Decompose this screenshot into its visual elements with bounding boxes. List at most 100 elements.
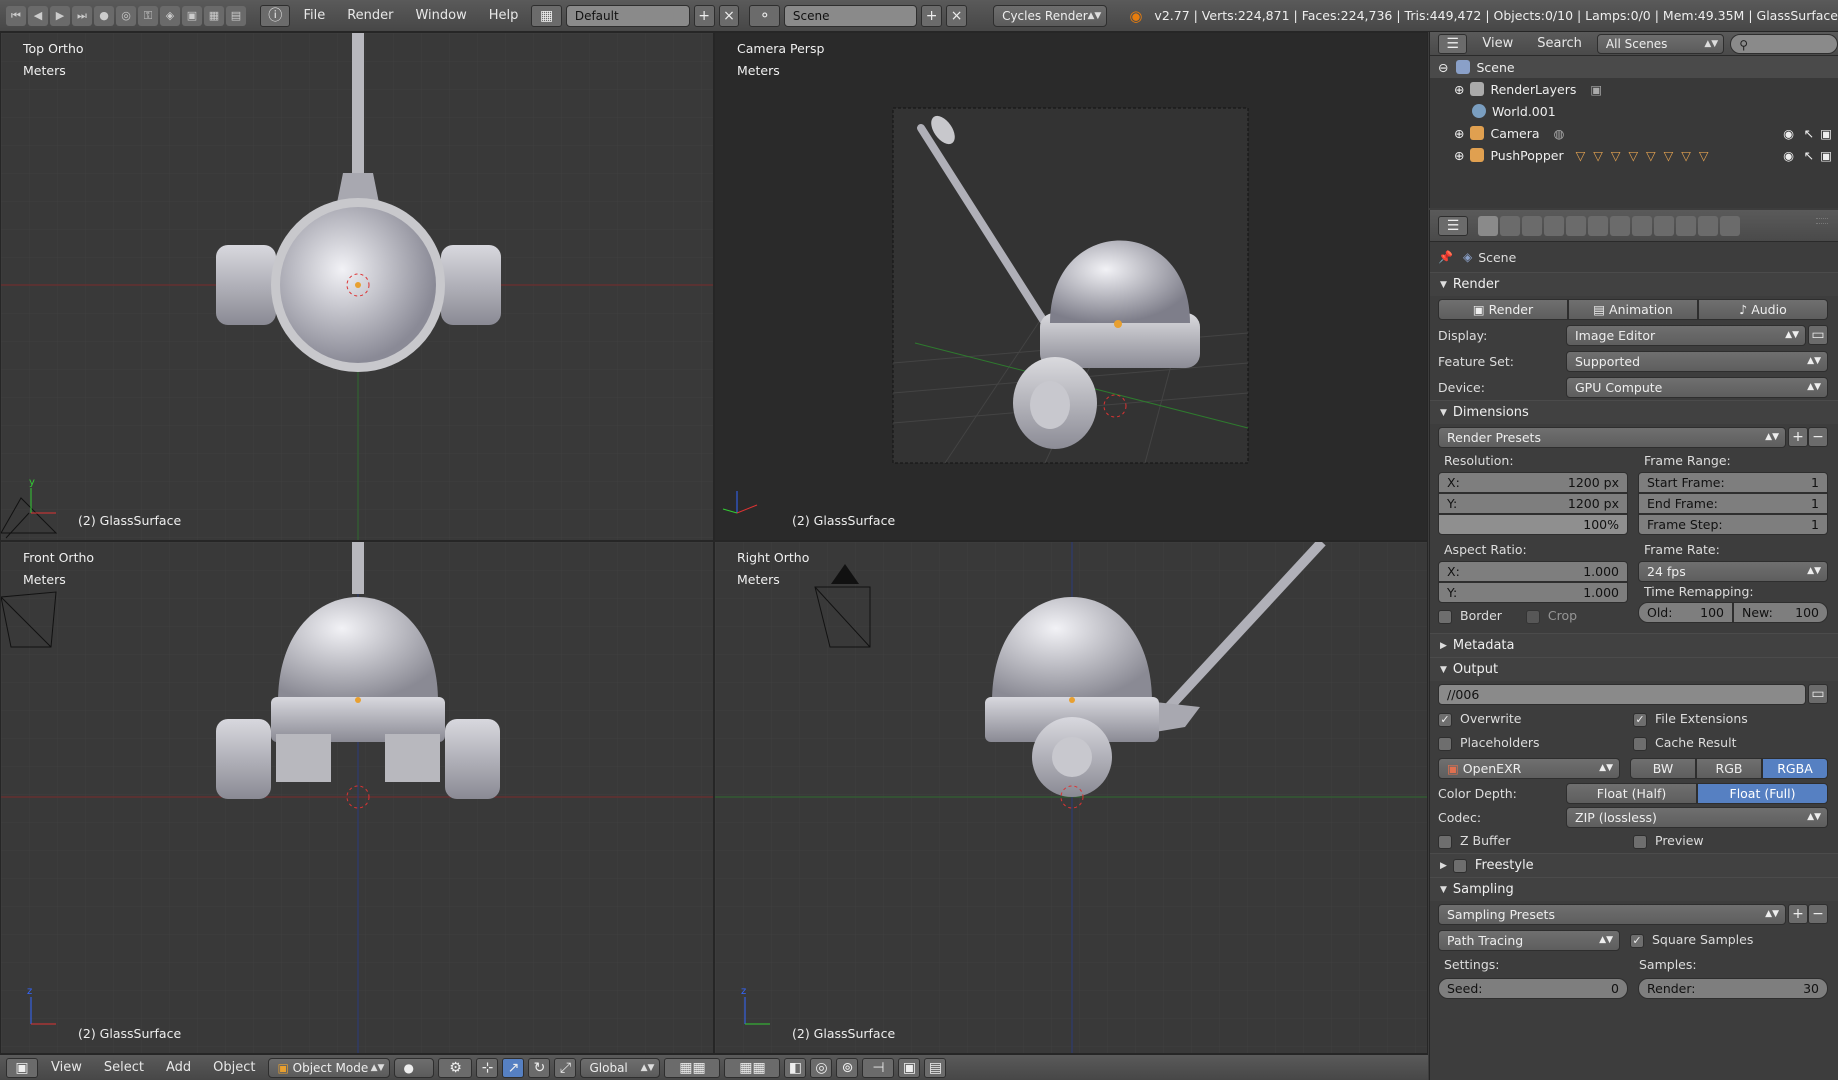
- cursor-icon[interactable]: ↖: [1804, 126, 1814, 141]
- file-extensions-checkbox[interactable]: ✓ File Extensions: [1633, 711, 1828, 727]
- lock-icon[interactable]: ◧: [784, 1057, 807, 1078]
- crop-checkbox[interactable]: Crop: [1525, 603, 1577, 629]
- physics-tab-icon[interactable]: [1720, 215, 1740, 236]
- feature-set-select[interactable]: Supported ▲▼: [1566, 350, 1828, 372]
- pivot-icon[interactable]: ⚙: [438, 1057, 473, 1078]
- float-half-button[interactable]: Float (Half): [1566, 782, 1697, 804]
- output-path-input[interactable]: //006: [1438, 683, 1806, 705]
- resolution-y-field[interactable]: Y: 1200 px: [1438, 493, 1628, 514]
- shading-select[interactable]: ●: [394, 1057, 435, 1078]
- display-window-icon[interactable]: ▭: [1808, 325, 1828, 345]
- material-tab-icon[interactable]: [1654, 215, 1674, 236]
- render-anim-icon[interactable]: ▤: [924, 1057, 947, 1078]
- eye-icon[interactable]: ◉: [1783, 126, 1794, 141]
- outliner-menu-search[interactable]: Search: [1528, 36, 1591, 51]
- resolution-percent-slider[interactable]: 100%: [1438, 514, 1628, 535]
- render-toggle-icon[interactable]: ▣: [1820, 126, 1832, 141]
- add-scene-icon[interactable]: +: [921, 4, 943, 27]
- remove-scene-icon[interactable]: ×: [946, 4, 968, 27]
- render-preview-icon[interactable]: ▣: [898, 1057, 921, 1078]
- layout-field[interactable]: Default: [565, 4, 690, 27]
- menu-view[interactable]: View: [42, 1060, 91, 1075]
- resolution-x-field[interactable]: X: 1200 px: [1438, 472, 1628, 493]
- texture-tab-icon[interactable]: [1676, 215, 1696, 236]
- codec-select[interactable]: ZIP (lossless) ▲▼: [1566, 806, 1828, 828]
- layers-grid-2-icon[interactable]: ▦▦: [724, 1057, 781, 1078]
- render-toggle-icon[interactable]: ▣: [1820, 148, 1832, 163]
- outliner-filter-select[interactable]: All Scenes ▲▼: [1596, 33, 1725, 54]
- translate-icon[interactable]: ↗: [502, 1057, 525, 1078]
- panel-dimensions-header[interactable]: ▼ Dimensions: [1430, 218, 1838, 424]
- cursor-icon[interactable]: ↖: [1804, 148, 1814, 163]
- constraints-tab-icon[interactable]: [1588, 215, 1608, 236]
- border-checkbox[interactable]: Border: [1438, 603, 1502, 629]
- overwrite-checkbox[interactable]: ✓ Overwrite: [1438, 711, 1633, 727]
- screen-layout-icon[interactable]: ▦: [531, 4, 562, 27]
- snap-element-icon[interactable]: ⊣: [862, 1057, 895, 1078]
- add-preset-icon[interactable]: +: [1788, 904, 1808, 924]
- render-presets-select[interactable]: Render Presets ▲▼: [1438, 426, 1786, 448]
- square-samples-checkbox[interactable]: ✓ Square Samples: [1630, 932, 1753, 948]
- render-icon[interactable]: ▤: [226, 5, 246, 26]
- prev-frame-icon[interactable]: ◀: [28, 5, 48, 26]
- audio-button[interactable]: ♪ Audio: [1698, 298, 1828, 320]
- scene-tab-icon[interactable]: [1522, 215, 1542, 236]
- render-samples-field[interactable]: Render: 30: [1638, 977, 1828, 999]
- render-tab-icon[interactable]: [1478, 215, 1498, 236]
- scene-field[interactable]: Scene: [783, 4, 918, 27]
- editor-type-info-icon[interactable]: ⓘ: [260, 4, 291, 27]
- cube-icon[interactable]: ▣: [182, 5, 202, 26]
- device-select[interactable]: GPU Compute ▲▼: [1566, 376, 1828, 398]
- outliner-item-world[interactable]: World.001: [1430, 100, 1838, 122]
- editor-type-outliner-icon[interactable]: ☰: [1438, 33, 1468, 54]
- remove-preset-icon[interactable]: −: [1808, 427, 1828, 447]
- panel-freestyle-header[interactable]: ▶ Freestyle: [1430, 218, 1838, 877]
- render-layers-tab-icon[interactable]: [1500, 215, 1520, 236]
- proportional-icon[interactable]: ◎: [810, 1057, 833, 1078]
- remove-layout-icon[interactable]: ×: [718, 4, 740, 27]
- play-icon[interactable]: ▶: [50, 5, 70, 26]
- integrator-select[interactable]: Path Tracing ▲▼: [1438, 929, 1620, 951]
- expand-icon[interactable]: ⊕: [1454, 82, 1464, 97]
- editor-type-properties-icon[interactable]: ☰: [1438, 215, 1468, 236]
- remove-preset-icon[interactable]: −: [1808, 904, 1828, 924]
- outliner-item-pushpopper[interactable]: ⊕ PushPopper ▽▽▽▽▽▽▽▽ ◉ ↖ ▣: [1430, 144, 1838, 166]
- shield-icon[interactable]: ◈: [160, 5, 180, 26]
- render-engine-select[interactable]: Cycles Render ▲▼: [993, 4, 1108, 27]
- display-select[interactable]: Image Editor ▲▼: [1566, 324, 1806, 346]
- expand-icon[interactable]: ⊕: [1454, 126, 1464, 141]
- world-tab-icon[interactable]: [1544, 215, 1564, 236]
- preview-checkbox[interactable]: Preview: [1633, 833, 1828, 849]
- z-buffer-checkbox[interactable]: Z Buffer: [1438, 833, 1633, 849]
- freestyle-checkbox[interactable]: [1452, 858, 1467, 873]
- object-tab-icon[interactable]: [1566, 215, 1586, 236]
- viewport-right-ortho[interactable]: z Right Ortho Meters (2) GlassSurface: [714, 541, 1428, 1054]
- panel-grip[interactable]: [1816, 218, 1828, 224]
- rgba-button[interactable]: RGBA: [1762, 757, 1828, 779]
- scene-icon[interactable]: ⚬: [749, 4, 780, 27]
- outliner-search-input[interactable]: ⚲: [1730, 33, 1838, 54]
- float-full-button[interactable]: Float (Full): [1697, 782, 1828, 804]
- add-preset-icon[interactable]: +: [1788, 427, 1808, 447]
- render-button[interactable]: ▣ Render: [1438, 298, 1568, 320]
- frame-step-field[interactable]: Frame Step: 1: [1638, 514, 1828, 535]
- viewport-front-ortho[interactable]: z Front Ortho Meters (2) GlassSurface: [0, 541, 714, 1054]
- orientation-select[interactable]: Global ▲▼: [580, 1057, 661, 1078]
- scale-icon[interactable]: ⤢: [554, 1057, 577, 1078]
- seed-field[interactable]: Seed: 0: [1438, 977, 1628, 999]
- menu-render[interactable]: Render: [338, 8, 402, 23]
- outliner-item-renderlayers[interactable]: ⊕ RenderLayers ▣: [1430, 78, 1838, 100]
- mode-select[interactable]: ▣ Object Mode ▲▼: [268, 1057, 391, 1078]
- folder-icon[interactable]: ▭: [1808, 684, 1828, 704]
- add-layout-icon[interactable]: +: [693, 4, 715, 27]
- snap-icon[interactable]: ⊚: [836, 1057, 859, 1078]
- frame-rate-select[interactable]: 24 fps ▲▼: [1638, 561, 1828, 582]
- file-format-select[interactable]: ▣ OpenEXR ▲▼: [1438, 757, 1620, 779]
- modifiers-tab-icon[interactable]: [1610, 215, 1630, 236]
- cache-result-checkbox[interactable]: Cache Result: [1633, 735, 1828, 751]
- data-tab-icon[interactable]: [1632, 215, 1652, 236]
- aspect-y-field[interactable]: Y: 1.000: [1438, 582, 1628, 603]
- manipulator-icon[interactable]: ⊹: [476, 1057, 499, 1078]
- menu-select[interactable]: Select: [95, 1060, 153, 1075]
- editor-type-icon[interactable]: ▣: [6, 1057, 38, 1078]
